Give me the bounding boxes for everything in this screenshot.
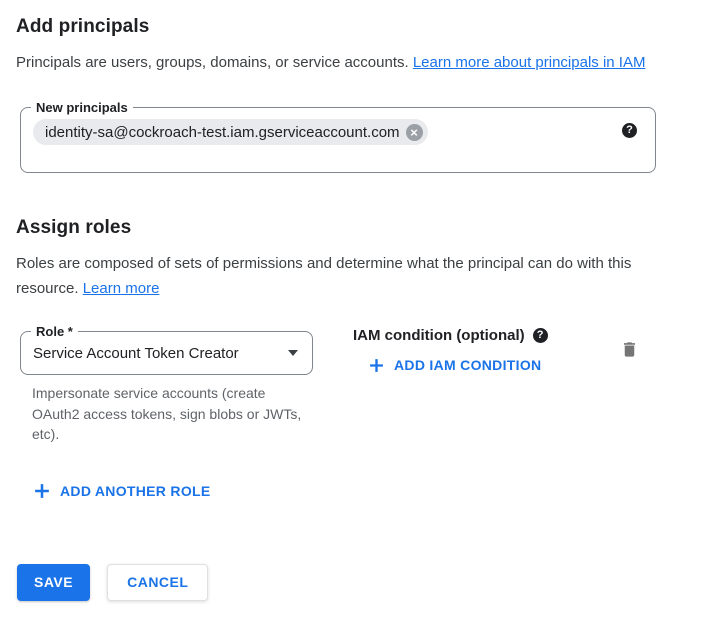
principals-help-icon[interactable]: ? — [622, 123, 637, 138]
role-select[interactable]: Role * Service Account Token Creator — [20, 331, 313, 375]
assign-roles-section: Assign roles Roles are composed of sets … — [16, 217, 697, 301]
delete-role-button[interactable] — [620, 339, 639, 363]
role-column: Role * Service Account Token Creator Imp… — [20, 331, 317, 445]
save-button[interactable]: SAVE — [17, 564, 90, 601]
role-label: Role * — [31, 324, 78, 339]
learn-more-roles-link[interactable]: Learn more — [83, 280, 160, 297]
add-another-role-row: ADD ANOTHER ROLE — [34, 483, 697, 504]
chevron-down-icon — [288, 350, 298, 356]
actions-row: SAVE CANCEL — [17, 564, 697, 601]
assign-roles-paragraph: Roles are composed of sets of permission… — [16, 251, 668, 301]
add-iam-condition-button[interactable]: ADD IAM CONDITION — [369, 357, 541, 373]
principal-chip: identity-sa@cockroach-test.iam.gservicea… — [33, 119, 428, 145]
intro-text: Principals are users, groups, domains, o… — [16, 54, 413, 71]
plus-icon — [34, 483, 50, 499]
add-principals-panel: Add principals Principals are users, gro… — [0, 0, 713, 601]
role-selected-value: Service Account Token Creator — [33, 345, 239, 362]
assign-roles-title: Assign roles — [16, 217, 697, 239]
page-title: Add principals — [16, 16, 697, 38]
trash-column — [620, 339, 639, 365]
plus-icon — [369, 358, 384, 373]
role-row: Role * Service Account Token Creator Imp… — [16, 331, 697, 445]
new-principals-field[interactable]: New principals identity-sa@cockroach-tes… — [20, 107, 656, 173]
learn-more-principals-link[interactable]: Learn more about principals in IAM — [413, 54, 646, 71]
iam-condition-help-icon[interactable]: ? — [533, 328, 548, 343]
iam-condition-label-row: IAM condition (optional) ? — [353, 327, 548, 344]
chip-remove-icon[interactable]: × — [406, 124, 423, 141]
trash-icon — [620, 339, 639, 360]
intro-paragraph: Principals are users, groups, domains, o… — [16, 50, 668, 75]
role-helper-text: Impersonate service accounts (create OAu… — [20, 383, 305, 445]
iam-condition-label: IAM condition (optional) — [353, 327, 525, 344]
principal-chip-label: identity-sa@cockroach-test.iam.gservicea… — [45, 124, 400, 141]
new-principals-label: New principals — [31, 100, 133, 115]
cancel-button[interactable]: CANCEL — [107, 564, 208, 601]
add-iam-condition-label: ADD IAM CONDITION — [394, 357, 541, 373]
add-another-role-label: ADD ANOTHER ROLE — [60, 483, 211, 499]
iam-condition-column: IAM condition (optional) ? ADD IAM CONDI… — [353, 331, 548, 378]
add-another-role-button[interactable]: ADD ANOTHER ROLE — [34, 483, 211, 499]
